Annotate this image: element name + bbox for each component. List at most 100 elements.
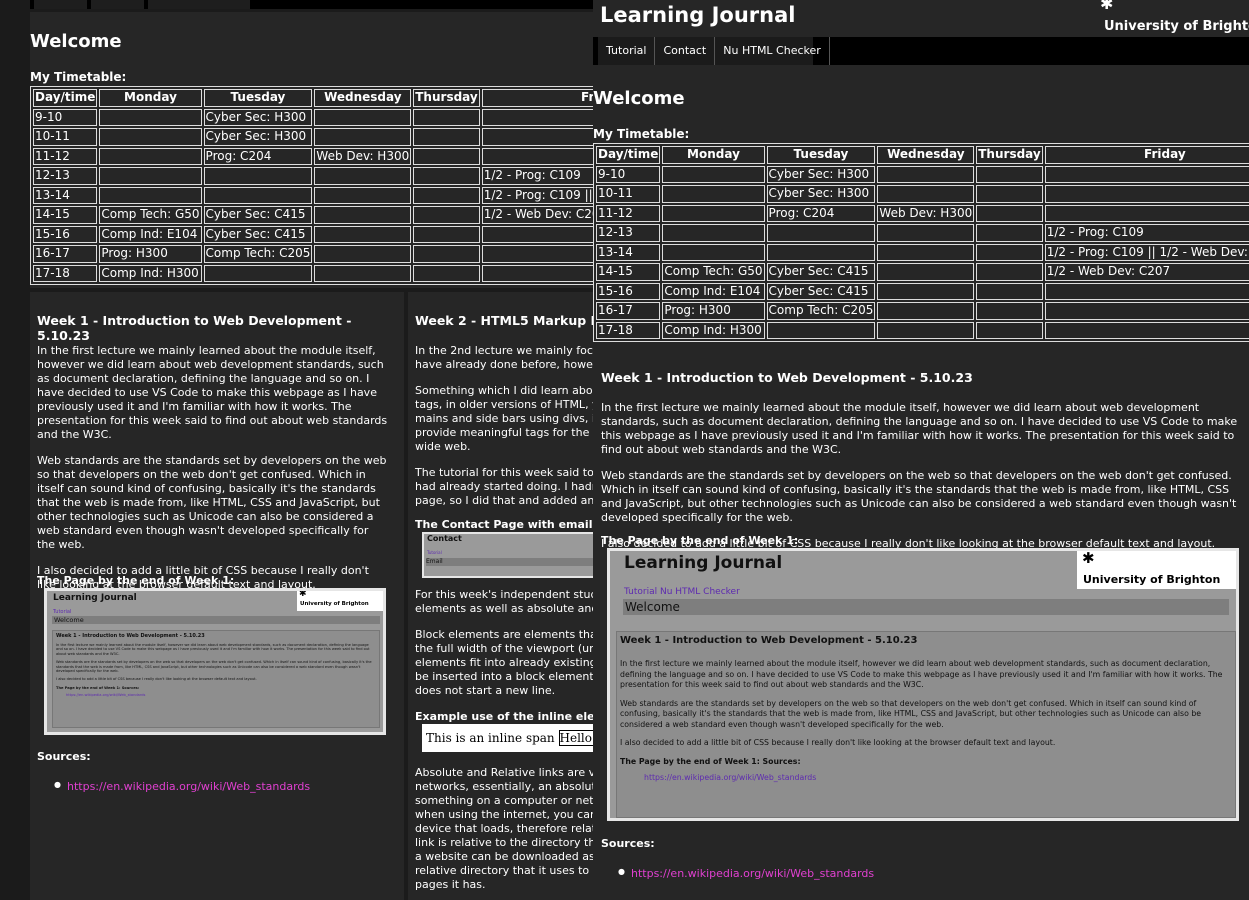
timetable-cell: 11-12 xyxy=(596,204,661,222)
week1-source-link[interactable]: https://en.wikipedia.org/wiki/Web_standa… xyxy=(67,780,310,793)
week2-line: Something which I did learn about in xyxy=(415,384,600,397)
week1-source-link[interactable]: https://en.wikipedia.org/wiki/Web_standa… xyxy=(631,867,874,880)
timetable-cell: 16-17 xyxy=(596,302,661,320)
week2-line: mains and side bars using divs, in HT xyxy=(415,412,600,425)
mini-source-link: https://en.wikipedia.org/wiki/Web_standa… xyxy=(66,693,146,698)
mini-site-title: Learning Journal xyxy=(53,593,137,603)
week1-page-label: The Page by the end of Week 1: xyxy=(37,574,235,587)
mini-university: University of Brighton xyxy=(300,601,369,607)
mini-week1-title: Week 1 - Introduction to Web Development… xyxy=(620,635,918,646)
timetable-cell xyxy=(976,204,1043,222)
week2-line: pages it has. xyxy=(415,878,486,891)
timetable-cell: Web Dev: H300 xyxy=(314,147,412,165)
timetable-cell xyxy=(413,186,480,204)
timetable-cell xyxy=(99,128,202,146)
foreground-window: Learning Journal ✱ University of Brighto… xyxy=(593,0,1249,900)
site-title: Learning Journal xyxy=(600,3,796,27)
timetable-cell xyxy=(662,185,765,203)
page-welcome-heading: Welcome xyxy=(593,88,685,109)
week2-line: page, so I did that and added an ema xyxy=(415,494,600,507)
background-tab[interactable] xyxy=(91,0,144,9)
week2-line: link is relative to the directory the fi… xyxy=(415,836,600,849)
timetable-row: 12-13 1/2 - Prog: C109 xyxy=(596,224,1249,242)
timetable-header-cell: Thursday xyxy=(413,89,480,107)
week1-page-label: The Page by the end of Week 1: xyxy=(601,534,799,547)
background-tab[interactable] xyxy=(148,0,250,9)
week2-body-3: Absolute and Relative links are vital c … xyxy=(415,766,600,892)
week1-sources-label: Sources: xyxy=(601,837,655,850)
mini-nav-tutorial: Tutorial xyxy=(624,587,658,597)
timetable-header-cell: Tuesday xyxy=(766,146,876,164)
week2-line: the full width of the viewport (unless xyxy=(415,642,600,655)
timetable-cell: Cyber Sec: C415 xyxy=(766,282,876,300)
timetable-cell xyxy=(766,321,876,339)
timetable-cell: 15-16 xyxy=(596,282,661,300)
timetable-cell: Prog: C204 xyxy=(203,147,313,165)
timetable-cell: Comp Ind: H300 xyxy=(99,264,202,282)
background-window: Welcome My Timetable: Day/time Monday Tues… xyxy=(0,0,600,900)
week2-line: For this week's independent study, I xyxy=(415,588,600,601)
week2-line: relative directory that it uses to link … xyxy=(415,864,600,877)
background-tab-strip xyxy=(30,0,600,9)
timetable-cell: 1/2 - Prog: C109 || 1/2 - Web Dev: C207 xyxy=(481,186,600,204)
timetable-cell xyxy=(481,147,600,165)
background-tab[interactable] xyxy=(34,0,87,9)
week1-title: Week 1 - Introduction to Web Development… xyxy=(601,370,973,385)
timetable-cell: Comp Ind: E104 xyxy=(99,225,202,243)
inline-example-box: This is an inline span Hello Wo xyxy=(422,724,600,752)
nav-nu-html-checker[interactable]: Nu HTML Checker xyxy=(715,37,830,65)
timetable-cell xyxy=(99,108,202,126)
timetable-cell xyxy=(976,282,1043,300)
timetable-cell: Comp Ind: H300 xyxy=(662,321,765,339)
timetable-cell xyxy=(662,165,765,183)
timetable-row: 9-10 Cyber Sec: H300 xyxy=(596,165,1249,183)
timetable-cell xyxy=(662,224,765,242)
timetable-cell: 10-11 xyxy=(33,128,98,146)
timetable-cell xyxy=(976,321,1043,339)
nav-tutorial[interactable]: Tutorial xyxy=(598,37,656,65)
week1-screenshot: Learning Journal ✱ University of Brighto… xyxy=(44,588,386,735)
week1-paragraph: Web standards are the standards set by d… xyxy=(37,454,387,551)
week1-sources-label: Sources: xyxy=(37,750,91,763)
mini-welcome: Welcome xyxy=(52,616,380,624)
timetable-cell xyxy=(1044,282,1249,300)
mini-week1-text: In the first lecture we mainly learned a… xyxy=(56,643,374,698)
timetable-row: 11-12 Prog: C204 Web Dev: H300 xyxy=(33,147,600,165)
timetable-header-cell: Wednesday xyxy=(314,89,412,107)
timetable-cell xyxy=(1044,185,1249,203)
timetable-cell xyxy=(481,245,600,263)
week2-line: had already started doing. I hadn't y xyxy=(415,480,600,493)
timetable-cell xyxy=(413,225,480,243)
timetable-header-cell: Wednesday xyxy=(877,146,975,164)
timetable-cell xyxy=(314,128,412,146)
week2-line: wide web. xyxy=(415,440,471,453)
contact-mini-title: Contact xyxy=(427,534,462,543)
star-icon: ✱ xyxy=(299,589,307,599)
timetable-row: 12-13 1/2 - Prog: C109 xyxy=(33,167,600,185)
week1-paragraph: In the first lecture we mainly learned a… xyxy=(601,401,1238,456)
nav-contact[interactable]: Contact xyxy=(655,37,716,65)
timetable-label: My Timetable: xyxy=(30,70,127,84)
timetable-cell xyxy=(976,302,1043,320)
week2-line: a website can be downloaded as a pa xyxy=(415,850,600,863)
timetable-cell: 1/2 - Prog: C109 xyxy=(481,167,600,185)
university-logo-text: University of Brighton xyxy=(1104,19,1249,34)
week2-line: tags, in older versions of HTML, you xyxy=(415,398,600,411)
timetable-cell xyxy=(314,264,412,282)
timetable-cell: Comp Tech: C205 xyxy=(203,245,313,263)
week2-line: elements fit into already existing line xyxy=(415,656,600,669)
timetable-cell xyxy=(877,224,975,242)
timetable-cell xyxy=(99,167,202,185)
week2-body: In the 2nd lecture we mainly focused hav… xyxy=(415,344,600,508)
mini-paragraph: In the first lecture we mainly learned a… xyxy=(56,643,370,656)
timetable-header-cell: Monday xyxy=(99,89,202,107)
timetable-cell xyxy=(662,243,765,261)
site-header: Learning Journal ✱ University of Brighto… xyxy=(593,0,1249,37)
mini-week1-text: In the first lecture we mainly learned a… xyxy=(620,659,1232,784)
week2-line: The tutorial for this week said to add xyxy=(415,466,600,479)
timetable-cell: 17-18 xyxy=(596,321,661,339)
timetable-cell: Web Dev: H300 xyxy=(877,204,975,222)
timetable-cell: Cyber Sec: H300 xyxy=(203,108,313,126)
timetable-cell: 12-13 xyxy=(33,167,98,185)
mini-university: University of Brighton xyxy=(1083,573,1221,586)
